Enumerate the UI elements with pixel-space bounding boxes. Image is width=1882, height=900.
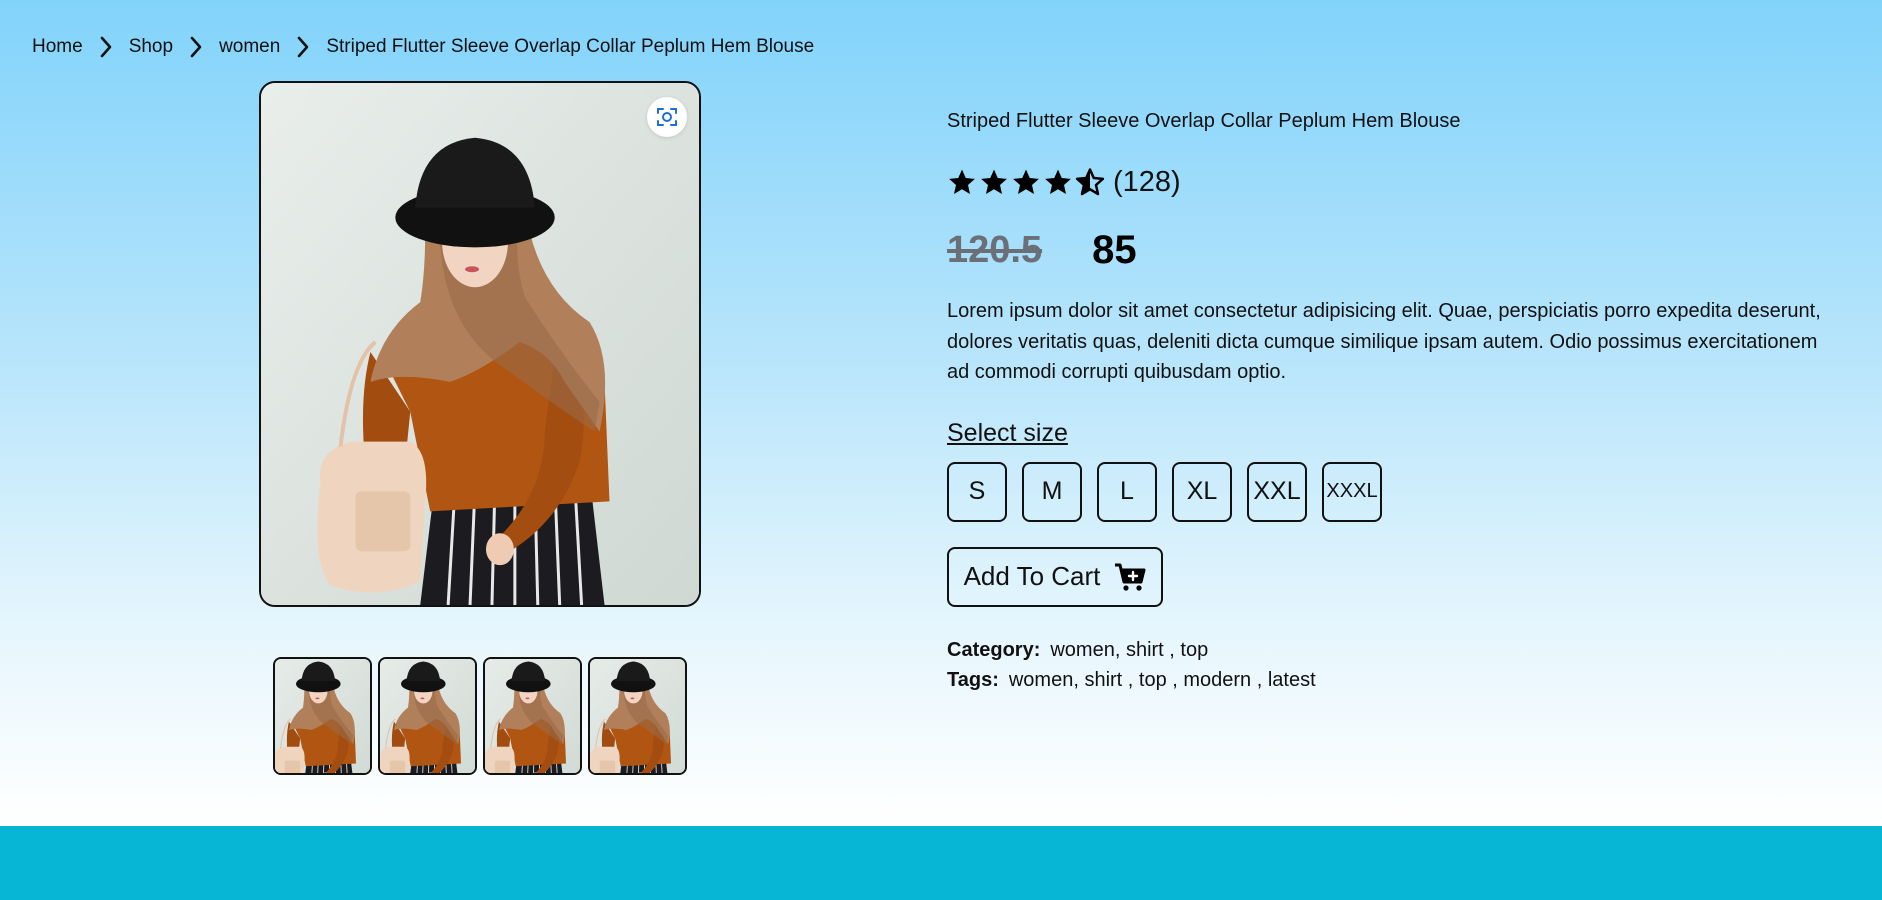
breadcrumb-home[interactable]: Home (32, 36, 83, 58)
thumbnail-image (380, 659, 475, 773)
size-option-xxxl[interactable]: XXXL (1322, 461, 1382, 522)
tags-label: Tags: (947, 668, 999, 691)
star-icon (949, 169, 975, 194)
star-icon (1013, 169, 1039, 194)
product-rating: (128) (947, 164, 1827, 200)
thumbnail-1[interactable] (273, 657, 372, 775)
chevron-right-icon (290, 36, 316, 58)
thumbnail-image (275, 659, 370, 773)
product-info: Striped Flutter Sleeve Overlap Collar Pe… (947, 106, 1827, 695)
product-title: Striped Flutter Sleeve Overlap Collar Pe… (947, 110, 1461, 132)
footer-bar (0, 826, 1882, 900)
tags-row: Tags: women, shirt , top , modern , late… (947, 665, 1827, 695)
size-option-xl[interactable]: XL (1172, 461, 1232, 522)
add-to-cart-label: Add To Cart (963, 561, 1101, 591)
zoom-button[interactable] (647, 97, 687, 137)
price-block: 120.5 85 (947, 224, 1827, 276)
size-heading: Select size (947, 418, 1068, 447)
chevron-right-icon (93, 36, 119, 58)
thumbnail-gallery (273, 657, 687, 775)
size-option-s[interactable]: S (947, 461, 1007, 522)
star-icon (1045, 169, 1071, 194)
old-price: 120.5 (947, 228, 1043, 271)
category-label: Category: (947, 638, 1041, 661)
size-option-m[interactable]: M (1022, 461, 1082, 522)
main-product-image[interactable] (259, 81, 701, 607)
size-option-xxl[interactable]: XXL (1247, 461, 1307, 522)
star-icon (981, 169, 1007, 194)
breadcrumb: Home Shop women Striped Flutter Sleeve O… (32, 32, 814, 62)
thumbnail-3[interactable] (483, 657, 582, 775)
breadcrumb-current: Striped Flutter Sleeve Overlap Collar Pe… (326, 36, 815, 57)
cart-add-icon (1115, 563, 1146, 591)
thumbnail-image (590, 659, 685, 773)
breadcrumb-shop[interactable]: Shop (129, 36, 173, 58)
rating-count: (128) (1113, 165, 1181, 198)
zoom-scan-icon (657, 108, 677, 126)
category-value: women, shirt , top (1050, 638, 1209, 661)
thumbnail-2[interactable] (378, 657, 477, 775)
thumbnail-4[interactable] (588, 657, 687, 775)
star-half-icon (1075, 168, 1105, 196)
product-meta: Category: women, shirt , top Tags: women… (947, 635, 1827, 695)
tags-value: women, shirt , top , modern , latest (1008, 668, 1316, 691)
size-selector: S M L XL XXL XXXL (947, 461, 1827, 522)
product-description: Lorem ipsum dolor sit amet consectetur a… (947, 300, 1821, 383)
breadcrumb-women[interactable]: women (219, 36, 280, 58)
product-photo (261, 83, 699, 605)
category-row: Category: women, shirt , top (947, 635, 1827, 665)
size-option-l[interactable]: L (1097, 461, 1157, 522)
new-price: 85 (1092, 227, 1137, 272)
rating-stars (947, 167, 1105, 197)
thumbnail-image (485, 659, 580, 773)
add-to-cart-button[interactable]: Add To Cart (947, 546, 1163, 607)
chevron-right-icon (183, 36, 209, 58)
